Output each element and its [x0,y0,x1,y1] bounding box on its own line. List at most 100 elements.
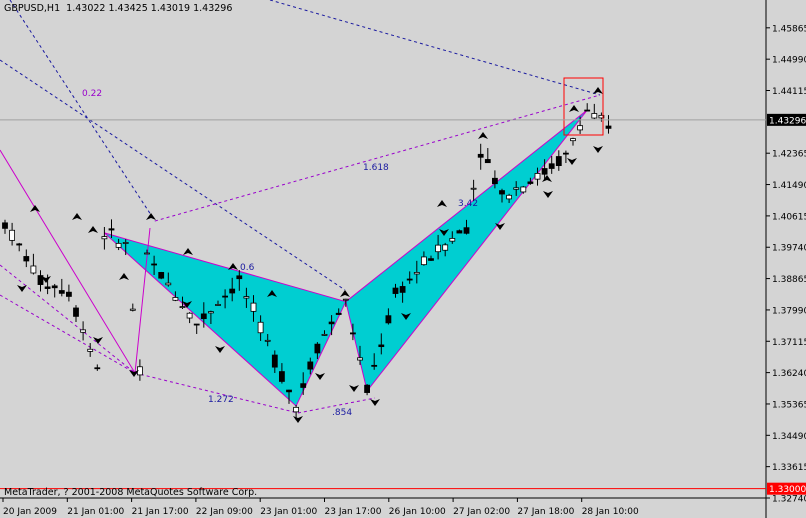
candle-body [584,109,591,112]
fib-label: 3.42 [458,199,478,209]
candle-body [23,256,30,262]
symbol-info: GBPUSD,H1 1.43022 1.43425 1.43019 1.4329… [4,3,232,14]
candle-body [378,344,385,348]
candle-body [541,168,548,175]
y-tick-label: 1.45865 [772,24,806,34]
candle-body [2,222,8,229]
y-tick-label: 1.33615 [772,463,806,473]
ohlc-values: 1.43022 1.43425 1.43019 1.43296 [66,3,233,14]
x-tick-label: 21 Jan 01:00 [67,507,124,517]
candle-body [570,138,576,142]
candle-body [371,364,378,367]
candle-body [94,367,101,370]
candle-body [243,296,250,299]
red-price-label: 1.33000 [769,485,806,495]
candle-body [144,252,150,255]
candle-body [513,187,520,190]
fib-label: 0.6 [240,263,255,273]
y-tick-label: 1.37115 [772,338,806,348]
candle-body [66,291,72,297]
candle-body [229,288,236,294]
candle-body [293,406,300,413]
candle-body [51,285,58,289]
fib-label: 0.22 [82,89,102,99]
candle-body [193,323,200,326]
x-tick-label: 28 Jan 10:00 [582,507,639,517]
candle-body [534,173,541,180]
symbol-label: GBPUSD,H1 [4,3,61,14]
chart-window: 1.45865 1.44990 1.44115 1.42365 1.41490 1.406… [0,0,806,518]
plot-area [0,4,766,498]
candle-body [357,357,363,361]
y-tick-label: 1.39740 [772,244,806,254]
candle-body [207,311,214,314]
y-tick-label: 1.42365 [772,150,806,160]
x-tick-label: 21 Jan 17:00 [132,507,189,517]
candle-body [73,307,79,317]
candle-body [321,333,328,336]
candle-body [307,361,314,370]
candle-body [236,275,243,280]
candle-body [271,354,278,368]
y-tick-label: 1.38865 [772,275,806,285]
candle-body [428,258,434,261]
price-chart[interactable]: 1.45865 1.44990 1.44115 1.42365 1.41490 1.406… [0,0,806,518]
candle-body [349,332,356,335]
candle-body [385,315,392,324]
fib-label: 1.272 [208,395,234,405]
candle-body [484,159,491,164]
candle-body [108,228,115,231]
candle-body [413,272,420,275]
candle-body [420,256,427,266]
candle-body [364,384,371,393]
candle-body [591,113,598,119]
candle-body [165,282,172,286]
x-tick-label: 20 Jan 2009 [3,507,57,517]
candle-body [335,312,342,315]
candle-body [80,329,86,333]
candle-body [406,278,413,281]
candle-body [58,290,65,294]
candle-body [435,244,442,253]
y-tick-label: 1.44115 [772,87,806,97]
candle-body [463,227,470,234]
candle-body [179,306,186,308]
candle-body [491,177,498,185]
candle-body [16,243,23,246]
candle-body [392,287,399,294]
y-tick-label: 1.35365 [772,400,806,410]
candle-body [30,265,37,274]
candle-body [506,194,513,200]
candle-body [250,302,257,312]
candle-body [151,263,158,266]
y-tick-label: 1.37990 [772,306,806,316]
candle-body [477,153,484,158]
candle-body [456,230,463,234]
candle-body [300,383,307,388]
candle-body [158,272,165,279]
y-tick-label: 1.34490 [772,432,806,442]
fib-label: 1.618 [363,163,389,173]
candle-body [442,244,449,251]
candle-body [87,348,94,352]
copyright-text: MetaTrader, ? 2001-2008 MetaQuotes Softw… [4,487,258,498]
candle-body [342,298,349,301]
fib-label: .854 [332,408,352,418]
candle-body [200,313,207,320]
y-tick-label: 1.32740 [772,495,806,505]
candle-body [101,236,108,240]
candle-body [9,229,16,241]
y-tick-label: 1.36240 [772,369,806,379]
y-tick-label: 1.41490 [772,181,806,191]
candle-body [470,187,477,190]
candle-body [605,125,612,129]
candle-body [548,163,555,169]
y-tick-label: 1.44990 [772,56,806,66]
candle-body [527,181,534,184]
x-tick-label: 23 Jan 17:00 [325,507,382,517]
candle-body [129,308,136,311]
candle-body [215,304,221,306]
candle-body [44,286,51,289]
y-tick-label: 1.40615 [772,212,806,222]
candle-body [278,371,285,382]
